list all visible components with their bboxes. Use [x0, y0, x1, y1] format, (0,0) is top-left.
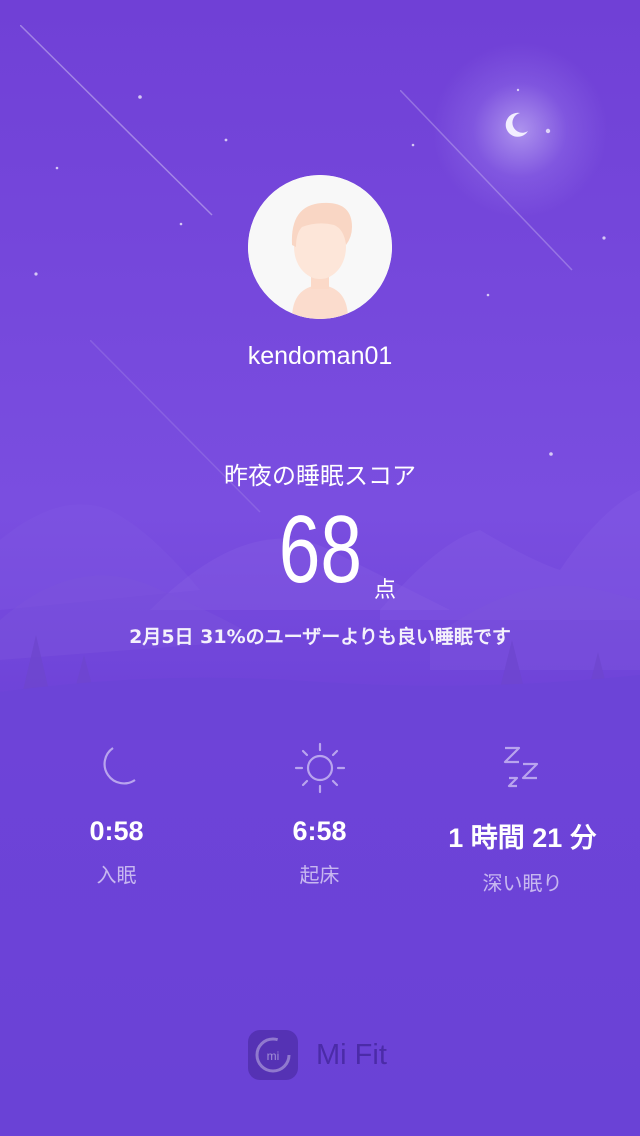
deep-sleep-duration: 1 時間 21 分	[448, 823, 597, 853]
score-title: 昨夜の睡眠スコア	[224, 462, 416, 490]
score-unit: 点	[374, 578, 397, 603]
stat-fall-asleep: 0:58 入眠	[10, 740, 223, 888]
stat-wake-up: 6:58 起床	[213, 740, 426, 888]
wake-up-time: 6:58	[292, 816, 347, 846]
sun-icon	[294, 742, 345, 794]
mi-fit-logo: mi	[248, 1030, 298, 1080]
fall-asleep-time: 0:58	[89, 816, 144, 846]
moon-icon	[103, 747, 136, 785]
sleep-share-screen: kendoman01 昨夜の睡眠スコア 68 点 2月5日 31%のユーザーより…	[0, 0, 640, 1136]
avatar	[248, 175, 392, 319]
wake-up-label: 起床	[299, 863, 340, 887]
deep-sleep-label: 深い眠り	[482, 871, 563, 895]
username: kendoman01	[247, 342, 393, 370]
stat-deep-sleep: 1 時間 21 分 深い眠り	[416, 740, 629, 896]
sleep-stats: 0:58 入眠 6:58 起床 1 時間 21 分 深い眠り	[0, 740, 640, 910]
app-name: Mi Fit	[316, 1039, 387, 1071]
zzz-icon	[503, 746, 538, 788]
fall-asleep-label: 入眠	[96, 863, 137, 887]
score-summary: 2月5日 31%のユーザーよりも良い睡眠です	[129, 626, 511, 648]
sleep-score-value: 68	[278, 496, 362, 603]
person-icon	[248, 175, 392, 319]
mi-logo-icon: mi	[255, 1037, 291, 1073]
logo-text: mi	[267, 1049, 280, 1063]
